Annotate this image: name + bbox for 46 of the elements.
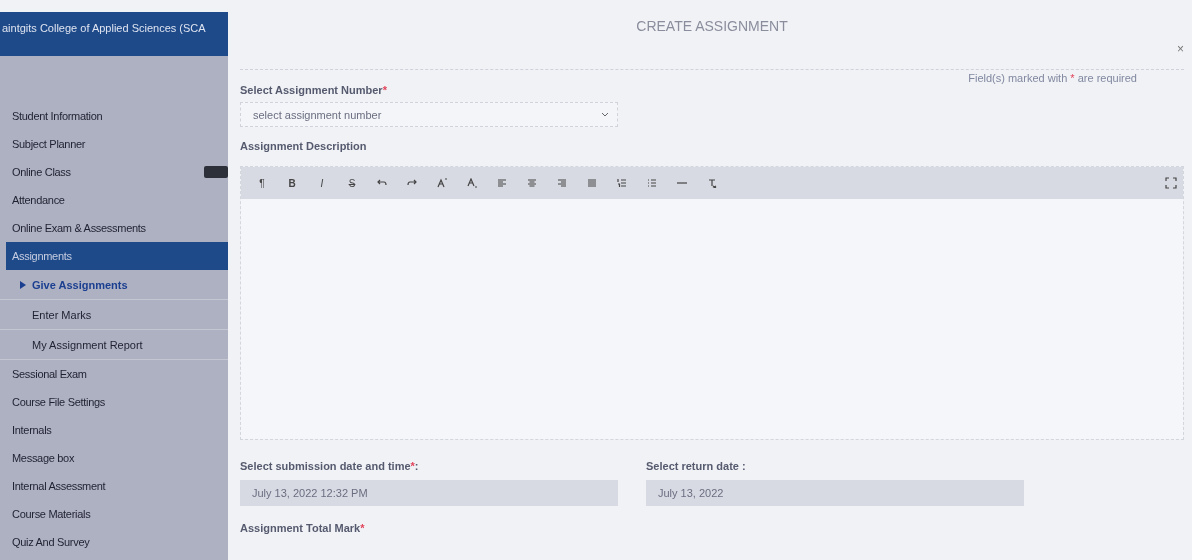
required-note: Field(s) marked with * are required	[968, 71, 1137, 84]
field-label: Assignment Description	[240, 140, 368, 152]
sidebar-item[interactable]: Course File Settings	[0, 388, 228, 416]
field-label: Select submission date and time*:	[240, 460, 420, 472]
caret-icon	[20, 280, 26, 289]
sidebar-item[interactable]: Assignments	[6, 242, 228, 270]
strikethrough-button[interactable]: S	[341, 173, 363, 193]
assignment-number-dropdown[interactable]: select assignment number	[240, 102, 618, 127]
field-label: Assignment Total Mark*	[240, 522, 366, 534]
sidebar-item[interactable]: Course Materials	[0, 500, 228, 528]
submenu-item[interactable]: Give Assignments	[0, 270, 228, 300]
bold-button[interactable]: B	[281, 173, 303, 193]
justify-icon[interactable]	[587, 178, 597, 188]
numbered-list-icon[interactable]	[617, 178, 627, 188]
undo-icon[interactable]	[377, 178, 387, 188]
sidebar-item[interactable]: Attendance	[0, 186, 228, 214]
italic-button[interactable]: I	[311, 173, 333, 193]
chevron-down-icon	[601, 111, 609, 118]
bullet-list-icon[interactable]	[647, 178, 657, 188]
submission-date-field[interactable]: July 13, 2022 12:32 PM	[240, 480, 618, 506]
field-label: Select Assignment Number*	[240, 84, 388, 96]
sidebar-item[interactable]: Student Information	[0, 102, 228, 130]
sidebar-item[interactable]: Sessional Exam	[0, 360, 228, 388]
sidebar-item[interactable]: Quiz And Survey	[0, 528, 228, 556]
return-date-field[interactable]: July 13, 2022	[646, 480, 1024, 506]
superscript-icon[interactable]	[437, 178, 447, 188]
college-name: aintgits College of Applied Sciences (SCA	[0, 12, 228, 56]
fullscreen-icon[interactable]	[1165, 177, 1177, 189]
submenu-item[interactable]: Enter Marks	[0, 300, 228, 330]
field-label: Select return date :	[646, 460, 747, 472]
align-right-icon[interactable]	[557, 178, 567, 188]
sidebar-item[interactable]: Online Class	[0, 158, 228, 186]
redo-icon[interactable]	[407, 178, 417, 188]
sidebar-item[interactable]: Message box	[0, 444, 228, 472]
sidebar-item[interactable]: Internals	[0, 416, 228, 444]
paragraph-button[interactable]: ¶	[251, 173, 273, 193]
align-left-icon[interactable]	[497, 178, 507, 188]
clear-format-icon[interactable]	[707, 178, 717, 188]
submenu-item[interactable]: My Assignment Report	[0, 330, 228, 360]
subscript-icon[interactable]	[467, 178, 477, 188]
sidebar-item[interactable]: Internal Assessment	[0, 472, 228, 500]
close-button[interactable]: ×	[1177, 42, 1184, 56]
sidebar-item[interactable]: Online Exam & Assessments	[0, 214, 228, 242]
dialog-title: CREATE ASSIGNMENT	[636, 18, 788, 36]
sidebar-item[interactable]: Subject Planner	[0, 130, 228, 158]
align-center-icon[interactable]	[527, 178, 537, 188]
